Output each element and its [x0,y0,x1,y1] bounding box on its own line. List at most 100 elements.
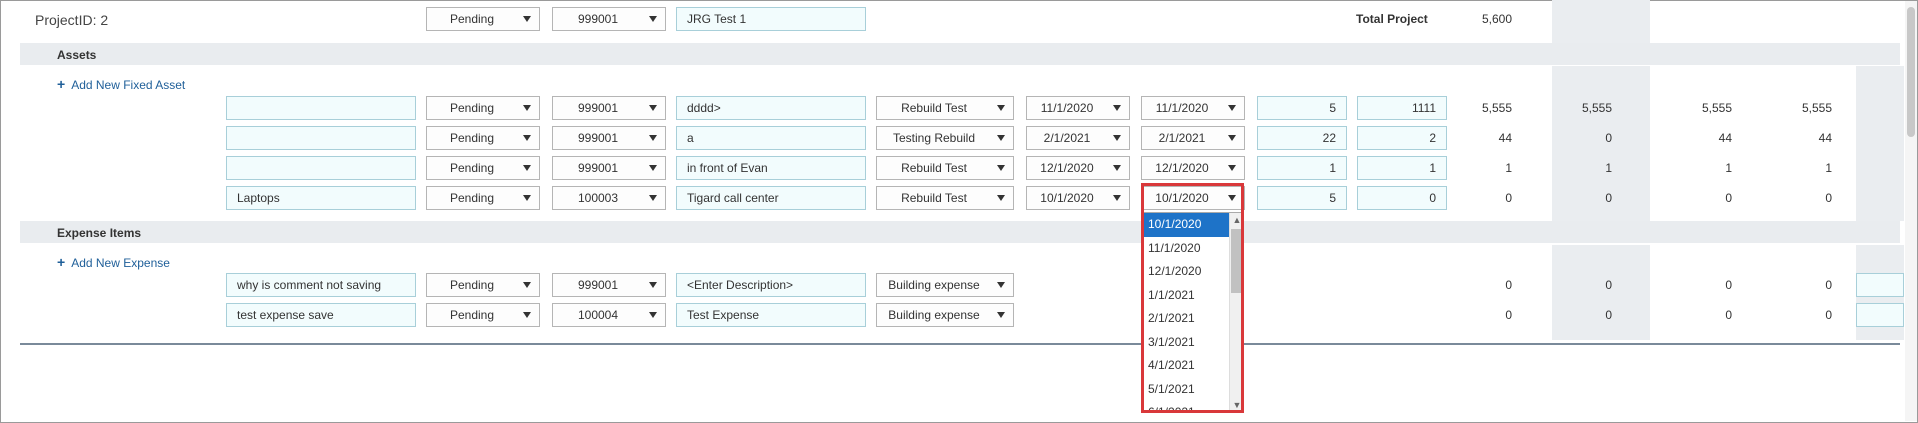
asset-start-date-select[interactable]: 12/1/2020 [1026,156,1130,180]
project-code-select[interactable]: 999001 [552,7,666,31]
expense-code-select[interactable]: 100004 [552,303,666,327]
expense-extra-input-2[interactable] [1856,303,1904,327]
asset-code-select[interactable]: 999001 [552,156,666,180]
asset-quantity-input[interactable]: 5 [1257,186,1347,210]
asset-description-input[interactable]: a [676,126,866,150]
asset-amount-input[interactable]: 2 [1357,126,1447,150]
asset-status-select[interactable]: Pending [426,126,540,150]
asset-value-3: 1 [1725,161,1732,175]
chevron-down-icon [523,165,531,171]
scroll-down-icon[interactable]: ▼ [1230,398,1243,412]
chevron-down-icon [649,135,657,141]
asset-description-input[interactable]: in front of Evan [676,156,866,180]
asset-amount-input[interactable]: 1 [1357,156,1447,180]
asset-start-date-select[interactable]: 11/1/2020 [1026,96,1130,120]
scroll-up-icon[interactable]: ▲ [1230,213,1243,227]
asset-status-select[interactable]: Pending [426,186,540,210]
expense-status-select[interactable]: Pending [426,273,540,297]
asset-value-3: 44 [1718,131,1732,145]
expense-name-input[interactable]: why is comment not saving [226,273,416,297]
asset-end-date-select[interactable]: 2/1/2021 [1141,126,1245,150]
asset-amount-input[interactable]: 1111 [1357,96,1447,120]
asset-description-input[interactable]: Tigard call center [676,186,866,210]
asset-end-date-select[interactable]: 12/1/2020 [1141,156,1245,180]
expense-type-select-value: Building expense [888,308,980,322]
chevron-down-icon [1228,105,1236,111]
asset-name-input[interactable] [226,156,416,180]
expense-extra-input-1[interactable] [1856,273,1904,297]
chevron-down-icon [997,195,1005,201]
dropdown-option[interactable]: 12/1/2020 [1142,260,1230,284]
expense-value-4: 0 [1825,278,1832,292]
asset-type-select[interactable]: Rebuild Test [876,96,1014,120]
asset-quantity-input[interactable]: 22 [1257,126,1347,150]
asset-type-select[interactable]: Rebuild Test [876,156,1014,180]
add-expense-link[interactable]: + Add New Expense [57,254,170,270]
add-expense-label: Add New Expense [71,256,170,270]
asset-type-select[interactable]: Testing Rebuild [876,126,1014,150]
assets-section-label: Assets [57,48,97,62]
total-project-label: Total Project [1356,12,1428,26]
asset-name-input[interactable] [226,126,416,150]
asset-start-date-select[interactable]: 10/1/2020 [1026,186,1130,210]
project-name-input[interactable]: JRG Test 1 [676,7,866,31]
asset-status-select[interactable]: Pending [426,156,540,180]
asset-end-date-select[interactable]: 10/1/2020 [1141,186,1245,210]
chevron-down-icon [523,16,531,22]
expense-code-select[interactable]: 999001 [552,273,666,297]
dropdown-option[interactable]: 11/1/2020 [1142,237,1230,261]
asset-name-input[interactable]: Laptops [226,186,416,210]
expense-value-2: 0 [1605,278,1612,292]
asset-end-date-select-value: 10/1/2020 [1155,191,1209,205]
asset-description-input[interactable]: dddd> [676,96,866,120]
assets-section-bar [20,43,1900,65]
asset-status-select[interactable]: Pending [426,96,540,120]
expense-status-select[interactable]: Pending [426,303,540,327]
asset-quantity-input[interactable]: 5 [1257,96,1347,120]
chevron-down-icon [1228,165,1236,171]
asset-end-date-select[interactable]: 11/1/2020 [1141,96,1245,120]
dropdown-option[interactable]: 4/1/2021 [1142,354,1230,378]
expense-name-input[interactable]: test expense save [226,303,416,327]
asset-start-date-select[interactable]: 2/1/2021 [1026,126,1130,150]
asset-type-select[interactable]: Rebuild Test [876,186,1014,210]
expense-description-input[interactable]: Test Expense [676,303,866,327]
asset-end-date-select-value: 12/1/2020 [1155,161,1209,175]
dropdown-option[interactable]: 5/1/2021 [1142,378,1230,402]
asset-code-select[interactable]: 999001 [552,96,666,120]
dropdown-option[interactable]: 2/1/2021 [1142,307,1230,331]
asset-value-3: 0 [1725,191,1732,205]
dropdown-scrollbar[interactable]: ▲ ▼ [1229,213,1243,412]
dropdown-option[interactable]: 10/1/2020 [1142,213,1230,237]
expense-code-select-value: 100004 [577,308,619,322]
dropdown-option[interactable]: 3/1/2021 [1142,331,1230,355]
add-fixed-asset-link[interactable]: + Add New Fixed Asset [57,76,185,92]
asset-code-select[interactable]: 100003 [552,186,666,210]
end-date-dropdown-list[interactable]: 10/1/2020 11/1/2020 12/1/2020 1/1/2021 2/1/2… [1141,212,1244,413]
asset-type-select-value: Rebuild Test [901,101,967,115]
asset-value-4: 0 [1825,191,1832,205]
asset-start-date-select-value: 2/1/2021 [1043,131,1091,145]
dropdown-option[interactable]: 6/1/2021 [1142,401,1230,412]
asset-value-1: 44 [1498,131,1512,145]
expense-type-select[interactable]: Building expense [876,303,1014,327]
expense-value-3: 0 [1725,278,1732,292]
page-scrollbar[interactable] [1905,1,1917,421]
expense-type-select[interactable]: Building expense [876,273,1014,297]
chevron-down-icon [997,165,1005,171]
dropdown-scroll-thumb[interactable] [1231,229,1242,293]
dropdown-option[interactable]: 1/1/2021 [1142,284,1230,308]
project-status-select[interactable]: Pending [426,7,540,31]
asset-name-input[interactable] [226,96,416,120]
page-scroll-thumb[interactable] [1907,7,1915,137]
chevron-down-icon [1113,135,1121,141]
asset-value-4: 5,555 [1801,101,1832,115]
asset-quantity-input[interactable]: 1 [1257,156,1347,180]
asset-value-4: 44 [1818,131,1832,145]
expense-value-1: 0 [1505,308,1512,322]
asset-code-select[interactable]: 999001 [552,126,666,150]
expense-description-input[interactable]: <Enter Description> [676,273,866,297]
expense-status-select-value: Pending [449,278,495,292]
asset-amount-input[interactable]: 0 [1357,186,1447,210]
chevron-down-icon [649,105,657,111]
